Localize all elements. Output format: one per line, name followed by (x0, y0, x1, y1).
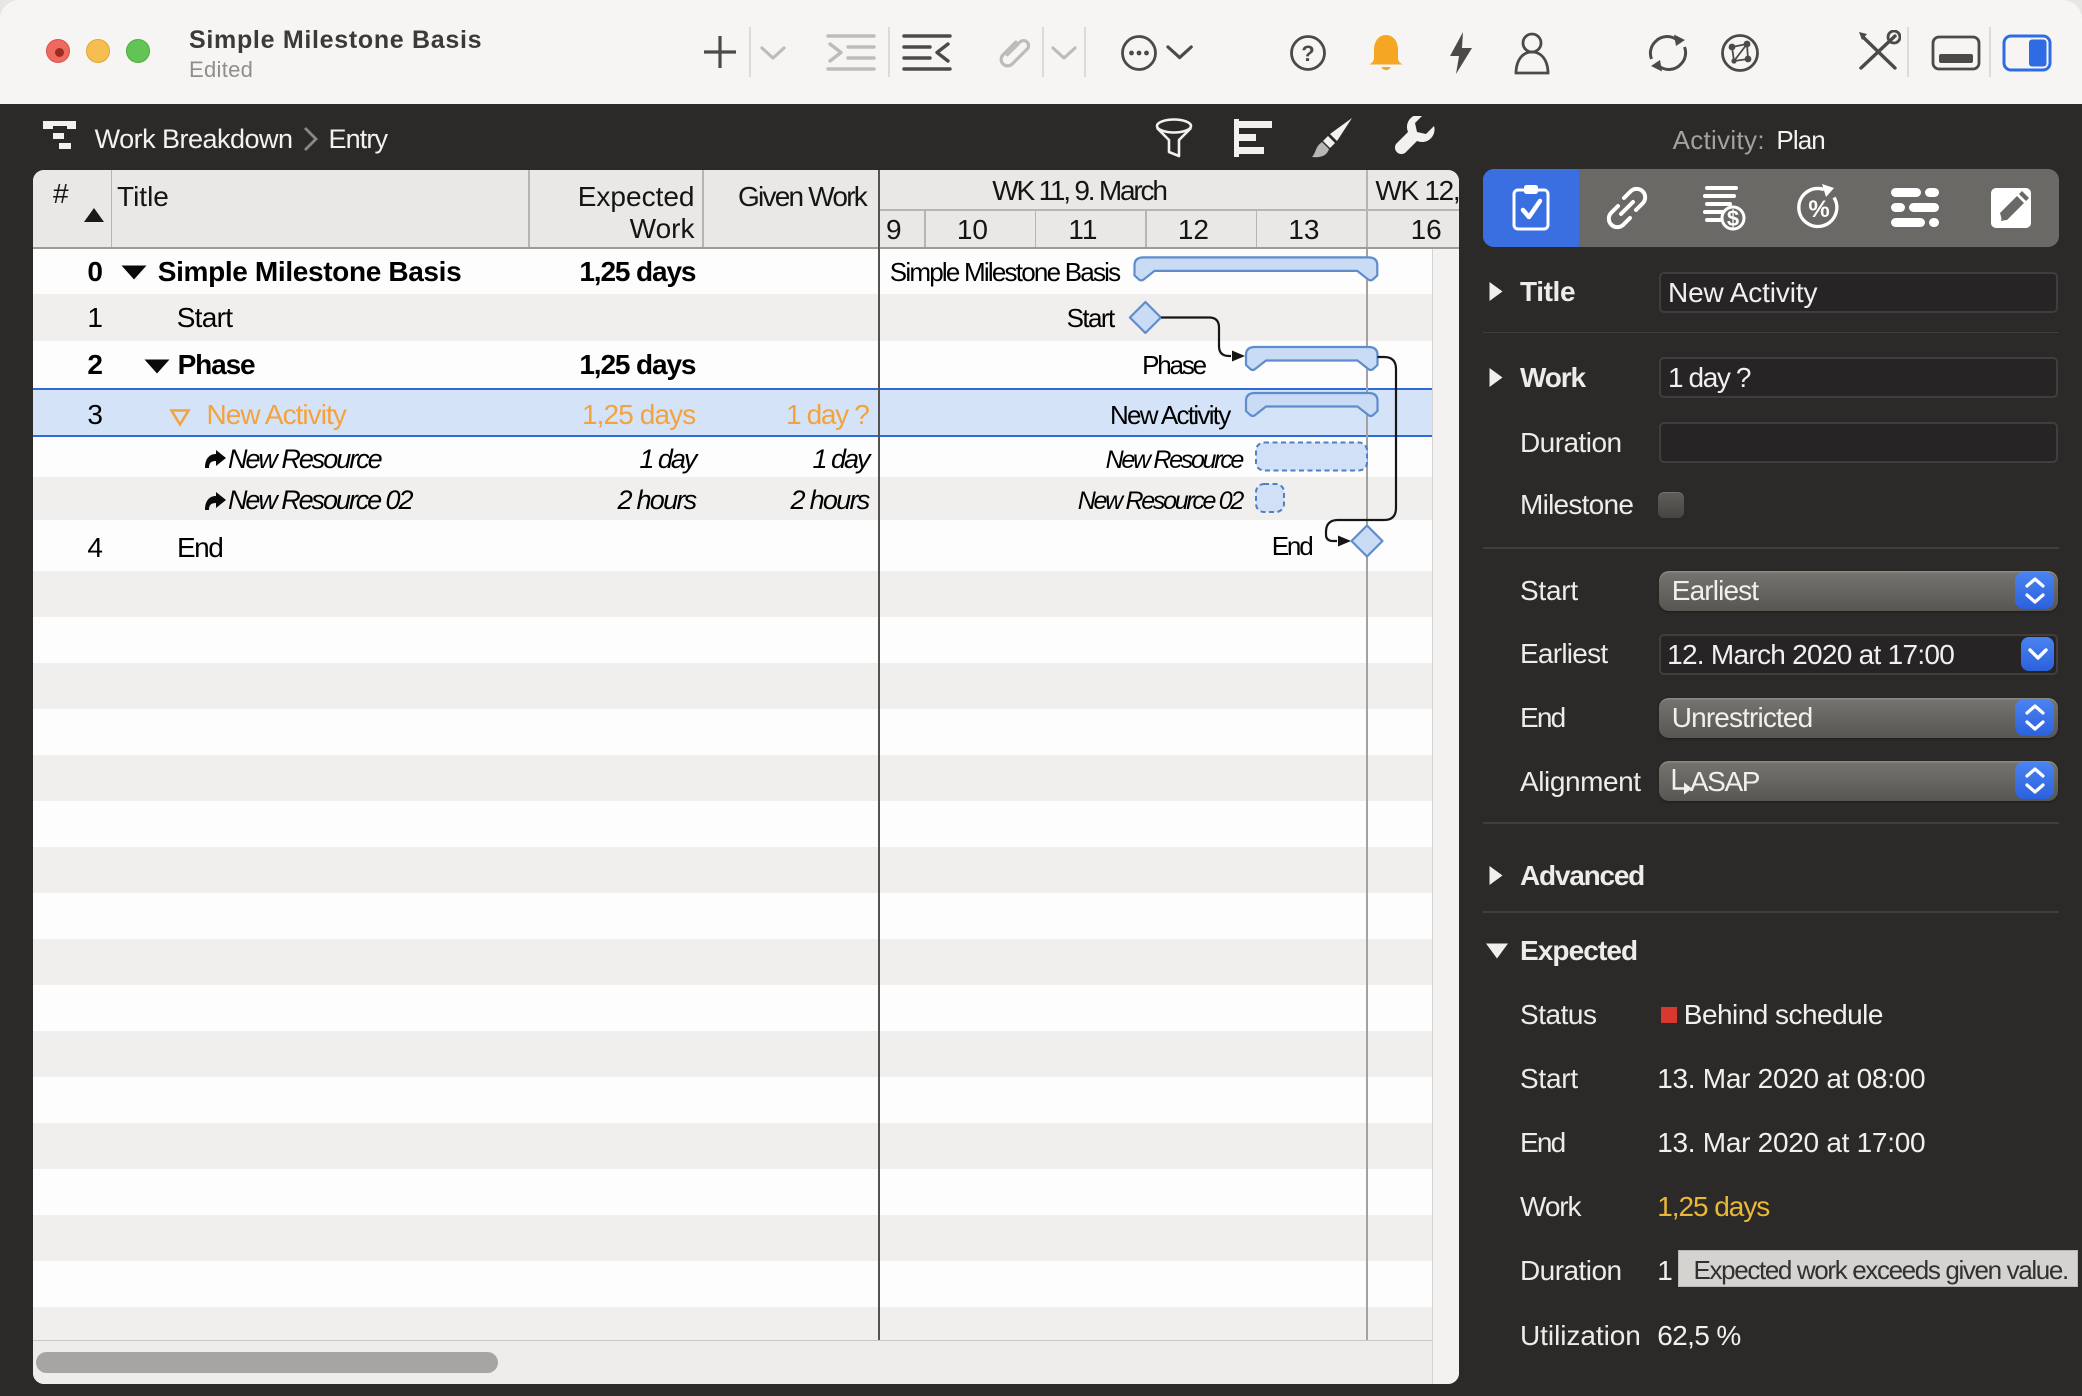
svg-text:?: ? (1301, 41, 1314, 66)
svg-text:$: $ (1727, 206, 1739, 231)
svg-text:%: % (1808, 196, 1829, 223)
